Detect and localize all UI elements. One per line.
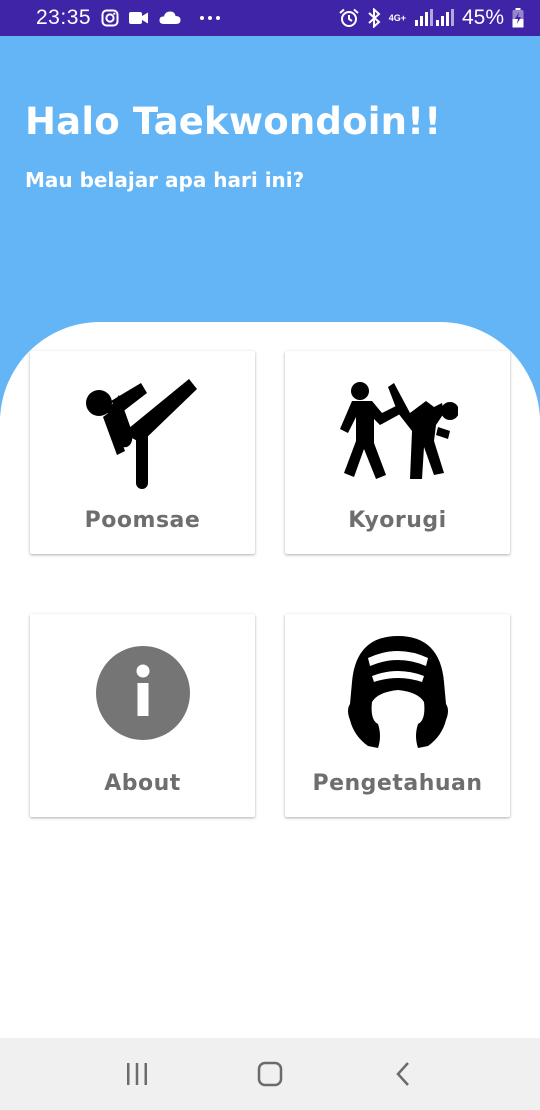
pengetahuan-label: Pengetahuan xyxy=(312,771,483,796)
signal-icon xyxy=(414,9,454,27)
helmet-icon xyxy=(338,636,458,756)
about-card[interactable]: About xyxy=(30,614,255,817)
poomsae-label: Poomsae xyxy=(84,508,201,533)
cloud-icon xyxy=(159,11,181,25)
pengetahuan-card[interactable]: Pengetahuan xyxy=(285,614,510,817)
alarm-icon xyxy=(339,8,359,28)
home-icon[interactable] xyxy=(240,1044,300,1104)
status-time: 23:35 xyxy=(36,6,92,29)
page-subtitle: Mau belajar apa hari ini? xyxy=(25,168,305,192)
kyorugi-label: Kyorugi xyxy=(348,508,447,533)
network-type: 4G+ xyxy=(388,12,406,23)
high-kick-icon xyxy=(83,373,203,493)
page-title: Halo Taekwondoin!! xyxy=(25,100,442,143)
sparring-icon xyxy=(338,373,458,493)
battery-percent: 45% xyxy=(461,6,504,29)
poomsae-card[interactable]: Poomsae xyxy=(30,351,255,554)
instagram-icon xyxy=(101,9,119,27)
info-icon xyxy=(83,636,203,756)
system-nav-bar xyxy=(0,1038,540,1110)
kyorugi-card[interactable]: Kyorugi xyxy=(285,351,510,554)
status-bar: 23:35 4G+ 45% xyxy=(0,0,540,36)
about-label: About xyxy=(104,771,181,796)
video-camera-icon xyxy=(129,11,149,25)
back-icon[interactable] xyxy=(373,1044,433,1104)
recent-apps-icon[interactable] xyxy=(107,1044,167,1104)
more-dots-icon xyxy=(199,15,221,21)
bluetooth-icon xyxy=(367,8,381,28)
battery-charging-icon xyxy=(512,8,524,28)
